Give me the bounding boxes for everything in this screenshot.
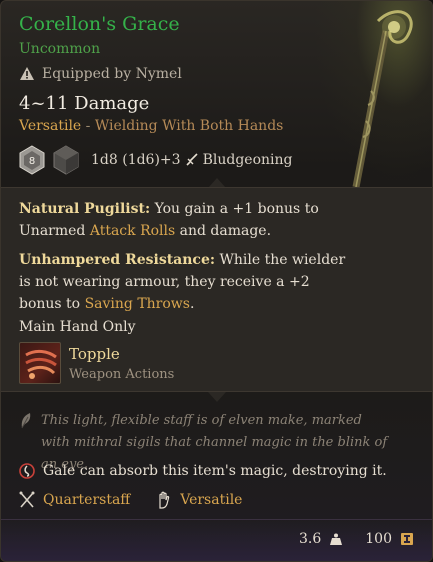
die-value: 8 <box>29 156 35 167</box>
dice-formula-group: 1d8 (1d6)+3 Bludgeoning <box>91 152 292 168</box>
absorb-text: Gale can absorb this item's magic, destr… <box>43 463 387 479</box>
tooltip-header: Corellon's Grace Uncommon Equipped by Ny… <box>1 1 432 187</box>
wield-note: Wielding With Both Hands <box>94 118 284 134</box>
sword-icon <box>186 153 198 166</box>
damage-range: 4~11 Damage <box>19 93 150 114</box>
panel-notch-bottom <box>208 392 226 402</box>
property-unhampered-resistance: Unhampered Resistance: While the wielder… <box>19 249 349 315</box>
property-type[interactable]: Versatile <box>180 492 242 508</box>
equipped-status: Equipped by Nymel <box>19 66 182 82</box>
main-hand-only: Main Hand Only <box>19 319 136 335</box>
magic-absorb-icon <box>19 463 35 479</box>
weapon-action-topple[interactable]: Topple Weapon Actions <box>19 342 174 384</box>
quarterstaff-icon <box>19 491 35 508</box>
tooltip-footer: 3.6 100 <box>1 519 432 561</box>
warning-triangle-icon <box>20 67 34 80</box>
dice-row: 8 1d8 (1d6)+3 Bludgeoning <box>19 145 292 175</box>
versatile-separator: - <box>81 118 95 134</box>
topple-icon <box>19 342 61 384</box>
absorb-note: Gale can absorb this item's magic, destr… <box>19 463 387 479</box>
damage-type: Bludgeoning <box>202 152 293 168</box>
versatile-label[interactable]: Versatile <box>19 118 81 134</box>
dice-formula: 1d8 (1d6)+3 <box>91 152 181 168</box>
gold-coin-icon <box>401 533 413 545</box>
properties-panel: Natural Pugilist: You gain a +1 bonus to… <box>1 187 432 392</box>
item-rarity: Uncommon <box>19 41 101 57</box>
equipped-label: Equipped by Nymel <box>42 66 182 82</box>
item-tooltip: Corellon's Grace Uncommon Equipped by Ny… <box>0 0 433 562</box>
item-title: Corellon's Grace <box>19 13 180 35</box>
property-link-saving-throws[interactable]: Saving Throws <box>85 296 190 312</box>
action-name: Topple <box>69 344 120 363</box>
item-types: Quarterstaff Versatile <box>19 491 242 509</box>
property-text-end: . <box>189 296 195 312</box>
action-category: Weapon Actions <box>69 366 175 382</box>
hand-icon <box>159 491 170 509</box>
item-illustration <box>352 10 413 187</box>
property-natural-pugilist: Natural Pugilist: You gain a +1 bonus to… <box>19 198 349 242</box>
feather-icon <box>21 413 31 429</box>
weight-icon <box>330 533 343 545</box>
d6-die-icon <box>53 145 79 175</box>
versatile-line: Versatile - Wielding With Both Hands <box>19 118 283 134</box>
property-text-end: and damage. <box>175 223 272 239</box>
property-link-attack-rolls[interactable]: Attack Rolls <box>90 223 175 239</box>
d8-die-icon: 8 <box>19 145 45 175</box>
item-weight: 3.6 <box>299 531 322 547</box>
property-name: Unhampered Resistance: <box>19 252 216 268</box>
property-name: Natural Pugilist: <box>19 201 151 217</box>
item-value: 100 <box>365 531 392 547</box>
weapon-type[interactable]: Quarterstaff <box>43 492 130 508</box>
